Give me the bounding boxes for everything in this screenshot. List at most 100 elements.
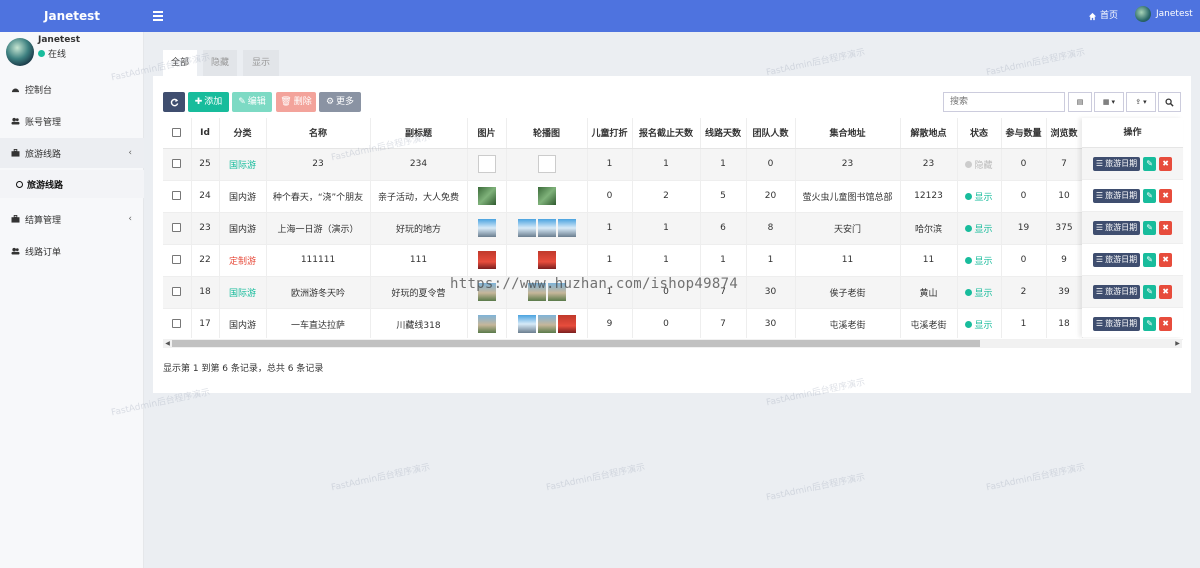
thumbnail-image[interactable] bbox=[477, 251, 496, 269]
sidebar-item-settlement[interactable]: 结算管理 ‹ bbox=[0, 204, 144, 234]
table-row[interactable]: 25 国际游 23 234 1 1 1 0 23 23 隐藏 0 7 bbox=[163, 148, 1181, 181]
cell-carousel[interactable] bbox=[506, 276, 588, 309]
scroll-right-icon[interactable]: ▶ bbox=[1173, 339, 1182, 348]
column-header[interactable]: Id bbox=[191, 118, 220, 149]
cell-status[interactable]: 显示 bbox=[957, 276, 1002, 309]
cell-category[interactable]: 定制游 bbox=[219, 244, 267, 277]
edit-button[interactable]: ✎ 编辑 bbox=[232, 92, 272, 112]
column-header[interactable]: 线路天数 bbox=[700, 118, 747, 149]
thumbnail-image[interactable] bbox=[537, 315, 556, 333]
row-delete-button[interactable]: ✖ bbox=[1159, 188, 1173, 203]
cell-category[interactable]: 国际游 bbox=[219, 276, 267, 309]
broken-image-icon[interactable] bbox=[477, 155, 496, 173]
sidebar-subitem-travel-routes[interactable]: 旅游线路 bbox=[0, 170, 144, 198]
column-header[interactable]: 轮播图 bbox=[506, 118, 588, 149]
travel-dates-button[interactable]: ☰ 旅游日期 bbox=[1092, 188, 1141, 203]
cell-category[interactable]: 国内游 bbox=[219, 308, 267, 338]
thumbnail-image[interactable] bbox=[477, 283, 496, 301]
cell-status[interactable]: 显示 bbox=[957, 212, 1002, 245]
column-header[interactable]: 状态 bbox=[957, 118, 1002, 149]
column-header[interactable]: 儿童打折 bbox=[587, 118, 633, 149]
column-header[interactable]: 浏览数 bbox=[1046, 118, 1083, 149]
cell-carousel[interactable] bbox=[506, 180, 588, 213]
column-header[interactable]: 分类 bbox=[219, 118, 267, 149]
column-header[interactable]: 副标题 bbox=[370, 118, 468, 149]
cell-image[interactable] bbox=[467, 308, 507, 338]
cell-status[interactable]: 显示 bbox=[957, 308, 1002, 338]
travel-dates-button[interactable]: ☰ 旅游日期 bbox=[1092, 284, 1141, 299]
row-checkbox[interactable] bbox=[163, 308, 192, 338]
cell-image[interactable] bbox=[467, 180, 507, 213]
cell-image[interactable] bbox=[467, 148, 507, 181]
thumbnail-image[interactable] bbox=[477, 315, 496, 333]
cell-carousel[interactable] bbox=[506, 148, 588, 181]
row-edit-button[interactable]: ✎ bbox=[1143, 188, 1157, 203]
sidebar-item-route-orders[interactable]: 线路订单 bbox=[0, 236, 144, 266]
cell-carousel[interactable] bbox=[506, 212, 588, 245]
column-header[interactable]: 解散地点 bbox=[900, 118, 958, 149]
row-checkbox[interactable] bbox=[163, 180, 192, 213]
refresh-button[interactable] bbox=[163, 92, 185, 112]
column-header[interactable]: 报名截止天数 bbox=[632, 118, 701, 149]
row-edit-button[interactable]: ✎ bbox=[1143, 252, 1157, 267]
travel-dates-button[interactable]: ☰ 旅游日期 bbox=[1092, 252, 1141, 267]
travel-dates-button[interactable]: ☰ 旅游日期 bbox=[1092, 316, 1141, 331]
column-header[interactable]: 名称 bbox=[266, 118, 371, 149]
thumbnail-image[interactable] bbox=[537, 251, 556, 269]
tab-hidden[interactable]: 隐藏 bbox=[203, 50, 237, 76]
travel-dates-button[interactable]: ☰ 旅游日期 bbox=[1092, 156, 1141, 171]
broken-image-icon[interactable] bbox=[537, 155, 556, 173]
horizontal-scrollbar[interactable]: ◀ ▶ bbox=[163, 339, 1182, 348]
thumbnail-image[interactable] bbox=[477, 219, 496, 237]
table-row[interactable]: 23 国内游 上海一日游（演示） 好玩的地方 1 1 6 8 天安门 哈尔滨 显… bbox=[163, 212, 1181, 245]
cell-category[interactable]: 国际游 bbox=[219, 148, 267, 181]
search-input[interactable] bbox=[943, 92, 1065, 112]
thumbnail-image[interactable] bbox=[527, 283, 546, 301]
row-delete-button[interactable]: ✖ bbox=[1159, 220, 1173, 235]
user-menu[interactable]: Janetest bbox=[1135, 6, 1193, 22]
more-button[interactable]: ⚙ 更多 bbox=[319, 92, 361, 112]
column-header[interactable]: 参与数量 bbox=[1001, 118, 1047, 149]
thumbnail-image[interactable] bbox=[547, 283, 566, 301]
brand-logo[interactable]: Janetest bbox=[0, 0, 144, 32]
cell-status[interactable]: 隐藏 bbox=[957, 148, 1002, 181]
row-checkbox[interactable] bbox=[163, 148, 192, 181]
row-edit-button[interactable]: ✎ bbox=[1143, 316, 1157, 331]
cell-status[interactable]: 显示 bbox=[957, 244, 1002, 277]
table-row[interactable]: 24 国内游 种个春天，“浇”个朋友 亲子活动，大人免费 0 2 5 20 萤火… bbox=[163, 180, 1181, 213]
sidebar-item-travel-routes[interactable]: 旅游线路 ‹ bbox=[0, 138, 144, 168]
table-row[interactable]: 18 国际游 欧洲游冬天吟 好玩的夏令营 1 0 7 30 俟子老街 黄山 显示… bbox=[163, 276, 1181, 309]
thumbnail-image[interactable] bbox=[517, 315, 536, 333]
row-checkbox[interactable] bbox=[163, 212, 192, 245]
home-link[interactable]: 首页 bbox=[1088, 0, 1118, 32]
thumbnail-image[interactable] bbox=[477, 187, 496, 205]
row-delete-button[interactable]: ✖ bbox=[1159, 156, 1173, 171]
cell-carousel[interactable] bbox=[506, 244, 588, 277]
thumbnail-image[interactable] bbox=[537, 187, 556, 205]
cell-image[interactable] bbox=[467, 244, 507, 277]
tab-all[interactable]: 全部 bbox=[163, 50, 197, 76]
thumbnail-image[interactable] bbox=[537, 219, 556, 237]
row-delete-button[interactable]: ✖ bbox=[1159, 316, 1173, 331]
scroll-left-icon[interactable]: ◀ bbox=[163, 339, 172, 348]
scrollbar-thumb[interactable] bbox=[172, 340, 980, 347]
tab-shown[interactable]: 显示 bbox=[243, 50, 279, 76]
column-header[interactable]: 团队人数 bbox=[746, 118, 796, 149]
table-row[interactable]: 22 定制游 111111 111 1 1 1 1 11 11 显示 0 9 bbox=[163, 244, 1181, 277]
cell-category[interactable]: 国内游 bbox=[219, 180, 267, 213]
cell-image[interactable] bbox=[467, 212, 507, 245]
row-edit-button[interactable]: ✎ bbox=[1143, 220, 1157, 235]
column-header[interactable]: 图片 bbox=[467, 118, 507, 149]
cell-image[interactable] bbox=[467, 276, 507, 309]
row-delete-button[interactable]: ✖ bbox=[1159, 284, 1173, 299]
sidebar-item-dashboard[interactable]: 控制台 bbox=[0, 74, 144, 104]
sidebar-item-accounts[interactable]: 账号管理 bbox=[0, 106, 144, 136]
delete-button[interactable]: 🗑 删除 bbox=[276, 92, 316, 112]
toggle-view-button[interactable]: ▤ bbox=[1068, 92, 1092, 112]
search-toggle-button[interactable] bbox=[1158, 92, 1181, 112]
row-edit-button[interactable]: ✎ bbox=[1143, 156, 1157, 171]
cell-carousel[interactable] bbox=[506, 308, 588, 338]
column-header[interactable]: 集合地址 bbox=[795, 118, 901, 149]
row-checkbox[interactable] bbox=[163, 244, 192, 277]
row-delete-button[interactable]: ✖ bbox=[1159, 252, 1173, 267]
